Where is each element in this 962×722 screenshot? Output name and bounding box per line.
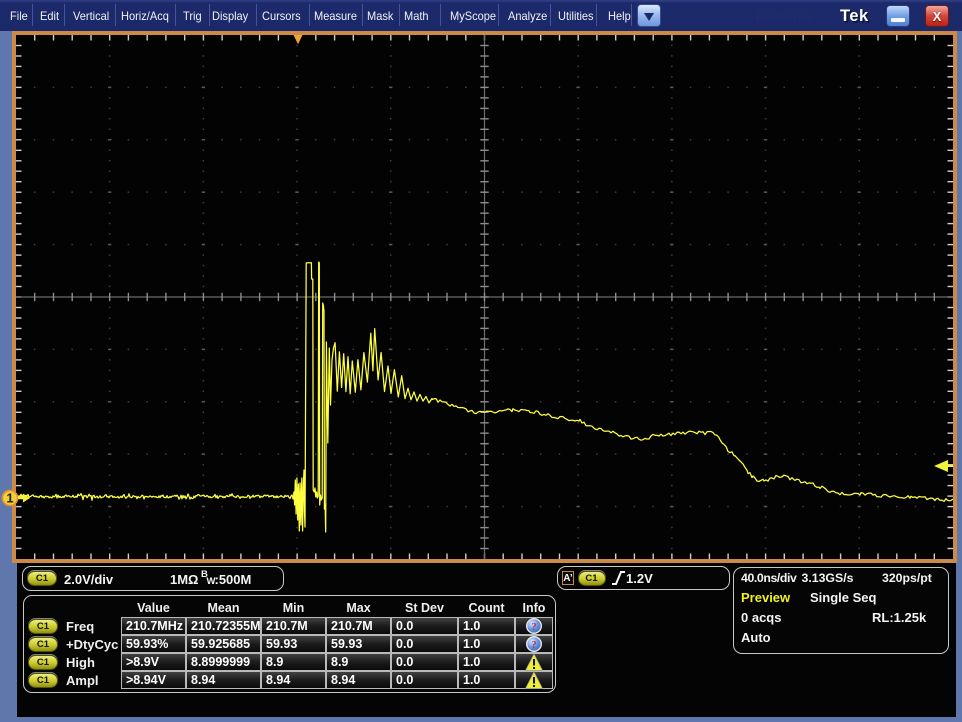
- svg-text:?: ?: [531, 621, 537, 633]
- svg-text:?: ?: [531, 639, 537, 651]
- svg-text:1: 1: [6, 491, 13, 506]
